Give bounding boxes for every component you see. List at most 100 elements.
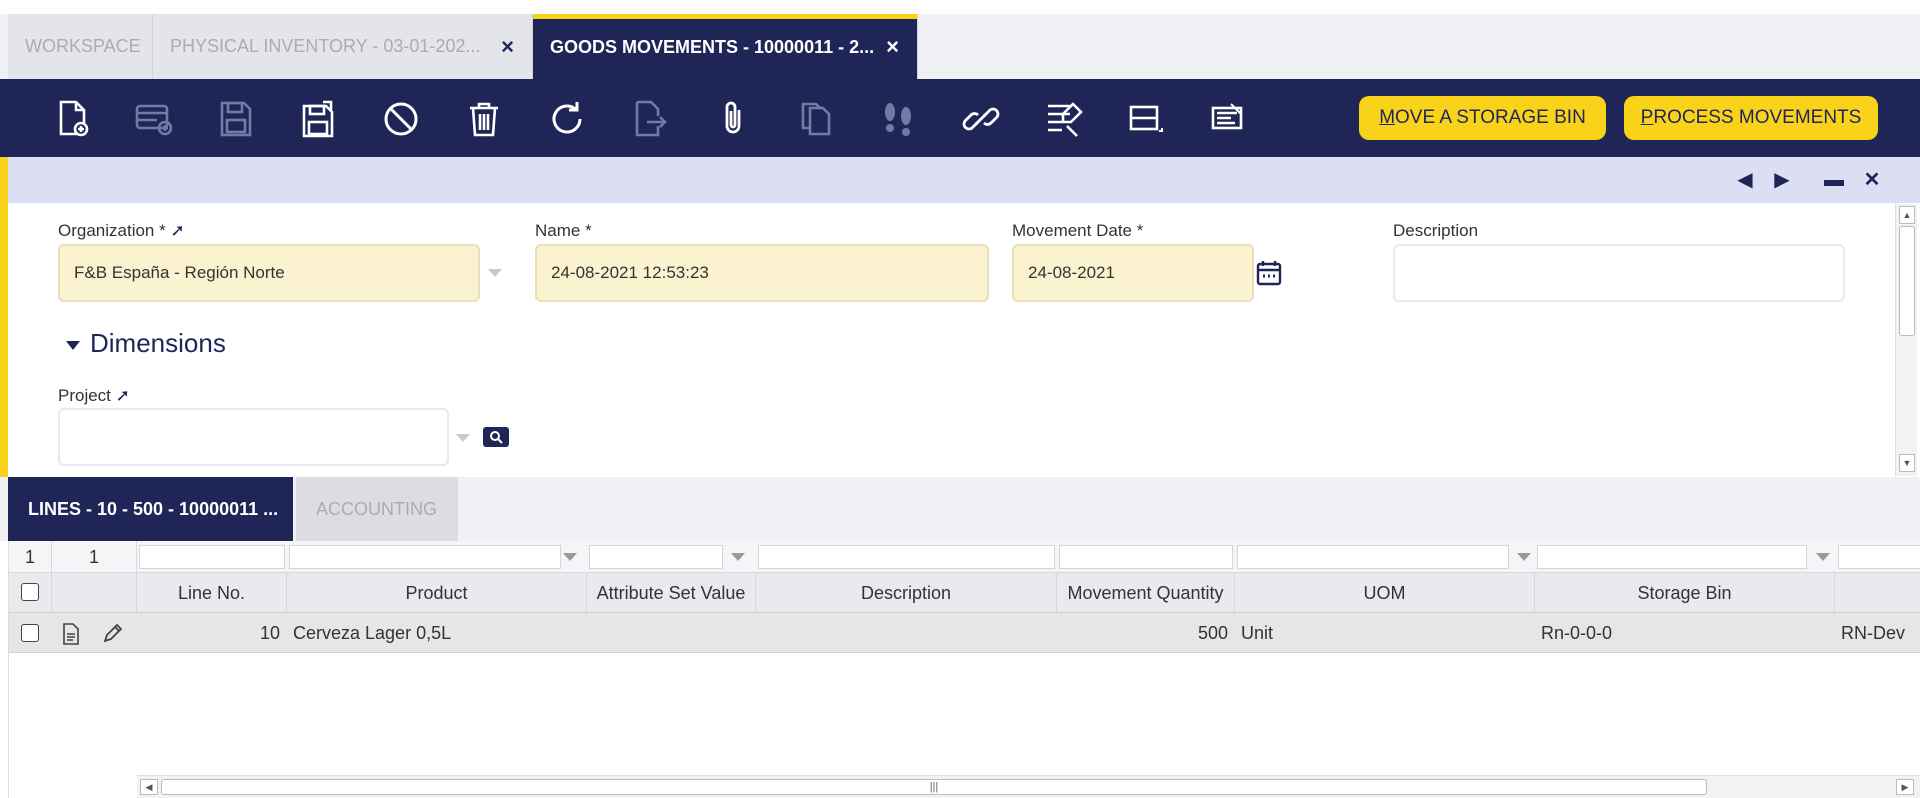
chevron-down-icon[interactable] [456, 434, 470, 442]
project-label-text: Project [58, 386, 111, 405]
column-header-movement-quantity[interactable]: Movement Quantity [1057, 573, 1235, 612]
cell-uom: Unit [1241, 623, 1274, 643]
description-label: Description [1393, 221, 1479, 240]
chevron-down-icon[interactable] [563, 553, 577, 561]
edit-pencil-icon[interactable] [101, 613, 131, 652]
header-row: Line No. Product Attribute Set Value Des… [9, 573, 1920, 613]
cell-next-column: RN-Dev [1841, 623, 1906, 643]
link-icon[interactable] [955, 93, 1007, 145]
chevron-down-icon[interactable] [488, 269, 502, 277]
process-movements-button[interactable]: PROCESS MOVEMENTS [1624, 96, 1878, 140]
record-nav-bar: ◀ ▶ ▬ ✕ [8, 157, 1920, 203]
cell-line-no: 10 [259, 623, 280, 643]
filter-line-no[interactable] [139, 545, 285, 569]
maximize-icon[interactable]: ▬ [1823, 169, 1845, 191]
process-movements-label: ROCESS MOVEMENTS [1653, 107, 1862, 128]
filter-movement-quantity[interactable] [1059, 545, 1233, 569]
cell-storage-bin: Rn-0-0-0 [1541, 623, 1613, 643]
tab-physical-inventory-label: PHYSICAL INVENTORY - 03-01-202... [170, 36, 481, 56]
column-header-product[interactable]: Product [287, 573, 587, 612]
previous-record-icon[interactable]: ◀ [1734, 169, 1756, 191]
new-record-icon[interactable] [128, 93, 180, 145]
cell-movement-quantity: 500 [1197, 623, 1228, 643]
filter-uom[interactable] [1237, 545, 1509, 569]
scroll-up-icon[interactable]: ▲ [1899, 206, 1915, 224]
chevron-down-icon[interactable] [1816, 553, 1830, 561]
column-header-uom[interactable]: UOM [1235, 573, 1535, 612]
chevron-down-icon[interactable] [1517, 553, 1531, 561]
name-field[interactable]: 24-08-2021 12:53:23 [535, 244, 989, 302]
scroll-thumb[interactable] [1899, 226, 1915, 336]
table-row[interactable]: 10 Cerveza Lager 0,5L 500 Unit Rn-0-0-0 … [9, 613, 1920, 653]
selected-count: 1 [9, 541, 52, 572]
project-field[interactable] [58, 408, 449, 466]
refresh-icon[interactable] [541, 93, 593, 145]
grid-horizontal-scrollbar[interactable]: ◀ ||| ▶ [137, 775, 1920, 798]
scroll-thumb[interactable]: ||| [161, 779, 1707, 795]
column-header-next [1835, 573, 1920, 612]
link-arrow-icon[interactable]: ➚ [116, 386, 130, 405]
organization-label: Organization * ➚ [58, 221, 185, 241]
link-arrow-icon[interactable]: ➚ [170, 221, 184, 240]
next-record-icon[interactable]: ▶ [1771, 169, 1793, 191]
name-label: Name * [535, 221, 592, 240]
tab-physical-inventory[interactable]: PHYSICAL INVENTORY - 03-01-202... × [153, 14, 533, 79]
filter-description[interactable] [758, 545, 1055, 569]
form-grid-toggle-icon[interactable] [1120, 93, 1172, 145]
close-icon[interactable]: × [886, 19, 899, 75]
close-icon[interactable]: × [501, 14, 514, 79]
dimensions-title: Dimensions [90, 328, 226, 358]
filter-row: 1 1 [9, 541, 1920, 573]
movement-date-field[interactable]: 24-08-2021 [1012, 244, 1254, 302]
tab-workspace[interactable]: WORKSPACE [8, 14, 153, 79]
calendar-icon[interactable] [1256, 259, 1282, 292]
close-form-icon[interactable]: ✕ [1861, 169, 1883, 191]
actions-header [52, 573, 137, 612]
scroll-down-icon[interactable]: ▼ [1899, 454, 1915, 472]
movement-date-label: Movement Date * [1012, 221, 1144, 240]
form-vertical-scrollbar[interactable]: ▲ ▼ [1895, 204, 1917, 476]
new-document-icon[interactable] [46, 93, 98, 145]
tree-icon[interactable] [1038, 93, 1090, 145]
column-header-storage-bin[interactable]: Storage Bin [1535, 573, 1835, 612]
move-storage-bin-button[interactable]: MOVE A STORAGE BIN [1359, 96, 1606, 140]
lines-grid: 1 1 Line No. Product Attribute Set Value… [8, 541, 1920, 798]
scroll-left-icon[interactable]: ◀ [140, 779, 158, 795]
move-storage-bin-label: OVE A STORAGE BIN [1395, 107, 1586, 128]
process-movements-accel: P [1640, 107, 1654, 128]
column-header-attribute-set-value[interactable]: Attribute Set Value [587, 573, 756, 612]
tab-workspace-label: WORKSPACE [25, 36, 141, 56]
scroll-right-icon[interactable]: ▶ [1896, 779, 1914, 795]
cancel-icon[interactable] [375, 93, 427, 145]
collapse-triangle-icon [66, 340, 80, 350]
column-header-description[interactable]: Description [756, 573, 1057, 612]
tab-goods-movements[interactable]: GOODS MOVEMENTS - 10000011 - 2... × [533, 14, 918, 79]
row-checkbox[interactable] [21, 624, 39, 642]
delete-icon[interactable] [458, 93, 510, 145]
open-form-icon[interactable] [61, 613, 85, 652]
total-count: 1 [52, 541, 137, 572]
filter-attribute-set[interactable] [589, 545, 723, 569]
cell-attribute-set-value [593, 613, 753, 652]
description-field[interactable] [1393, 244, 1845, 302]
print-icon[interactable] [1202, 93, 1254, 145]
organization-field[interactable]: F&B España - Región Norte [58, 244, 480, 302]
select-all-checkbox[interactable] [21, 583, 39, 601]
filter-next-column[interactable] [1838, 545, 1920, 569]
tab-accounting[interactable]: ACCOUNTING [296, 477, 458, 541]
chevron-down-icon[interactable] [731, 553, 745, 561]
filter-product[interactable] [289, 545, 561, 569]
tab-goods-movements-label: GOODS MOVEMENTS - 10000011 - 2... [550, 37, 875, 57]
column-header-line-no[interactable]: Line No. [137, 573, 287, 612]
dimensions-section-toggle[interactable]: Dimensions [66, 328, 226, 359]
save-icon[interactable] [210, 93, 262, 145]
save-close-icon[interactable] [292, 93, 344, 145]
audit-trail-icon[interactable] [872, 93, 924, 145]
clone-icon[interactable] [790, 93, 842, 145]
search-icon[interactable] [483, 427, 509, 447]
attachment-icon[interactable] [707, 93, 759, 145]
filter-storage-bin[interactable] [1537, 545, 1807, 569]
cell-product: Cerveza Lager 0,5L [293, 623, 452, 643]
tab-lines[interactable]: LINES - 10 - 500 - 10000011 ... [8, 477, 293, 541]
export-icon[interactable] [624, 93, 676, 145]
